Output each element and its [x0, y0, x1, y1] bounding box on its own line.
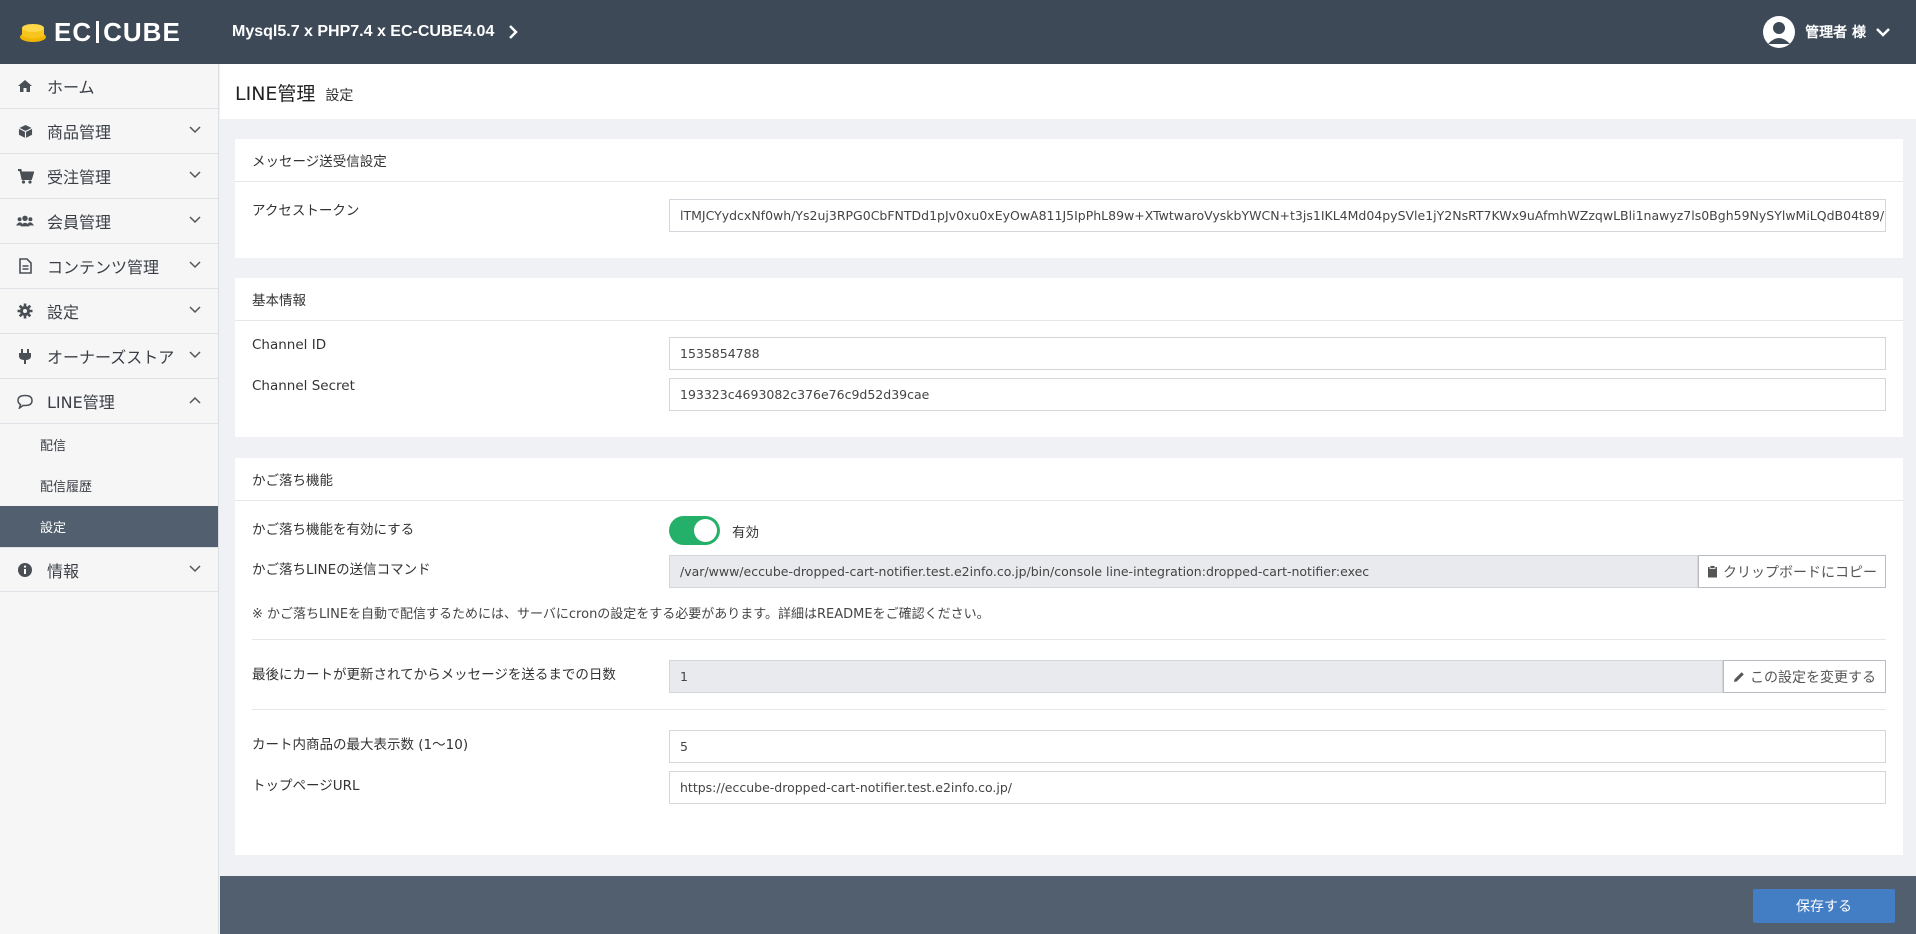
comment-icon: [16, 392, 34, 410]
info-icon: [16, 561, 34, 579]
page-subtitle: 設定: [325, 88, 354, 104]
sidebar-item-label: 情報: [47, 561, 80, 581]
max-items-input[interactable]: 5: [669, 730, 1886, 763]
shop-name-link[interactable]: Mysql5.7 x PHP7.4 x EC-CUBE4.04: [232, 23, 519, 41]
page-header: LINE管理 設定: [220, 64, 1916, 119]
sidebar-item-label: 商品管理: [47, 123, 112, 142]
chevron-down-icon: [189, 351, 201, 359]
enable-value: 有効: [732, 525, 759, 541]
channel-secret-input[interactable]: 193323c4693082c376e76c9d52d39cae: [669, 378, 1886, 411]
sidebar-item-label: 受注管理: [47, 168, 112, 187]
access-token-label: アクセストークン: [252, 203, 360, 219]
copy-clipboard-button[interactable]: クリップボードにコピー: [1698, 555, 1886, 588]
divider: [252, 709, 1886, 710]
sidebar-item-label: ホーム: [47, 78, 95, 97]
sidebar-subitem-delivery[interactable]: 配信: [0, 424, 218, 465]
sidebar-item-info[interactable]: 情報: [0, 547, 218, 592]
sidebar-item-line[interactable]: LINE管理: [0, 379, 218, 424]
sidebar-item-label: コンテンツ管理: [47, 258, 160, 277]
chevron-down-icon: [189, 126, 201, 134]
top-url-label: トップページURL: [252, 778, 360, 794]
top-url-input[interactable]: https://eccube-dropped-cart-notifier.tes…: [669, 771, 1886, 804]
enable-label: かご落ち機能を有効にする: [252, 522, 415, 538]
sidebar-item-label: 会員管理: [47, 213, 112, 232]
command-label: かご落ちLINEの送信コマンド: [252, 562, 431, 578]
chevron-down-icon: [189, 565, 201, 573]
days-input[interactable]: 1: [669, 660, 1723, 693]
plug-icon: [16, 347, 34, 365]
logo[interactable]: EC CUBE: [0, 0, 220, 64]
chevron-down-icon: [189, 216, 201, 224]
gear-icon: [16, 302, 34, 320]
divider: [252, 639, 1886, 640]
enable-toggle[interactable]: [669, 516, 720, 545]
sidebar-item-orders[interactable]: 受注管理: [0, 154, 218, 199]
users-icon: [16, 212, 34, 230]
sidebar-subitem-settings[interactable]: 設定: [0, 506, 218, 547]
sidebar-item-contents[interactable]: コンテンツ管理: [0, 244, 218, 289]
card-heading: かご落ち機能: [235, 458, 1903, 501]
sidebar-item-settings[interactable]: 設定: [0, 289, 218, 334]
sidebar-item-label: 設定: [47, 303, 80, 322]
sidebar-item-label: LINE管理: [47, 393, 115, 412]
top-header: EC CUBE Mysql5.7 x PHP7.4 x EC-CUBE4.04 管…: [0, 0, 1916, 64]
user-menu[interactable]: 管理者 様: [1763, 0, 1890, 64]
sidebar-subitem-delivery-history[interactable]: 配信履歴: [0, 465, 218, 506]
cart-icon: [16, 167, 34, 185]
page-title: LINE管理: [235, 83, 316, 105]
sidebar: ホーム 商品管理 受注管理 会員管理 コンテンツ管理 設定 オーナーズストア L…: [0, 64, 219, 934]
change-button-label: この設定を変更する: [1750, 669, 1876, 686]
chevron-right-icon: [509, 25, 519, 39]
chevron-down-icon: [189, 261, 201, 269]
footer-bar: 保存する: [220, 876, 1916, 934]
sidebar-item-products[interactable]: 商品管理: [0, 109, 218, 154]
clipboard-icon: [1708, 565, 1717, 578]
days-label: 最後にカートが更新されてからメッセージを送るまでの日数: [252, 667, 616, 683]
cube-icon: [16, 122, 34, 140]
save-button[interactable]: 保存する: [1753, 889, 1895, 923]
card-heading: 基本情報: [235, 278, 1903, 321]
copy-button-label: クリップボードにコピー: [1723, 564, 1877, 581]
channel-id-label: Channel ID: [252, 337, 327, 353]
shop-name: Mysql5.7 x PHP7.4 x EC-CUBE4.04: [232, 23, 495, 40]
dropped-cart-card: かご落ち機能 かご落ち機能を有効にする 有効 かご落ちLINEの送信コマンド /…: [235, 458, 1903, 855]
access-token-input[interactable]: lTMJCYydcxNf0wh/Ys2uj3RPG0CbFNTDd1pJv0xu…: [669, 199, 1886, 232]
message-settings-card: メッセージ送受信設定 アクセストークン lTMJCYydcxNf0wh/Ys2u…: [235, 139, 1903, 258]
user-avatar-icon: [1763, 16, 1796, 48]
sidebar-item-label: オーナーズストア: [47, 348, 175, 367]
card-heading: メッセージ送受信設定: [235, 139, 1903, 182]
channel-id-input[interactable]: 1535854788: [669, 337, 1886, 370]
ec-cube-logo-icon: [20, 24, 46, 42]
file-icon: [16, 257, 34, 275]
sidebar-item-home[interactable]: ホーム: [0, 64, 218, 109]
sidebar-item-members[interactable]: 会員管理: [0, 199, 218, 244]
user-name: 管理者 様: [1805, 25, 1866, 41]
max-items-label: カート内商品の最大表示数 (1〜10): [252, 737, 469, 753]
command-input[interactable]: /var/www/eccube-dropped-cart-notifier.te…: [669, 555, 1698, 588]
basic-info-card: 基本情報 Channel ID 1535854788 Channel Secre…: [235, 278, 1903, 437]
logo-text: EC CUBE: [54, 16, 181, 47]
cron-note: ※ かご落ちLINEを自動で配信するためには、サーバにcronの設定をする必要が…: [252, 607, 990, 622]
sidebar-item-owners-store[interactable]: オーナーズストア: [0, 334, 218, 379]
chevron-up-icon: [189, 396, 201, 404]
main-content: LINE管理 設定 メッセージ送受信設定 アクセストークン lTMJCYydcx…: [220, 64, 1916, 934]
channel-secret-label: Channel Secret: [252, 378, 355, 394]
pencil-icon: [1734, 671, 1744, 682]
chevron-down-icon: [189, 171, 201, 179]
change-setting-button[interactable]: この設定を変更する: [1723, 660, 1886, 693]
home-icon: [16, 77, 34, 95]
access-token-row: アクセストークン lTMJCYydcxNf0wh/Ys2uj3RPG0CbFNT…: [252, 199, 1886, 233]
chevron-down-icon: [189, 306, 201, 314]
chevron-down-icon: [1876, 28, 1890, 37]
